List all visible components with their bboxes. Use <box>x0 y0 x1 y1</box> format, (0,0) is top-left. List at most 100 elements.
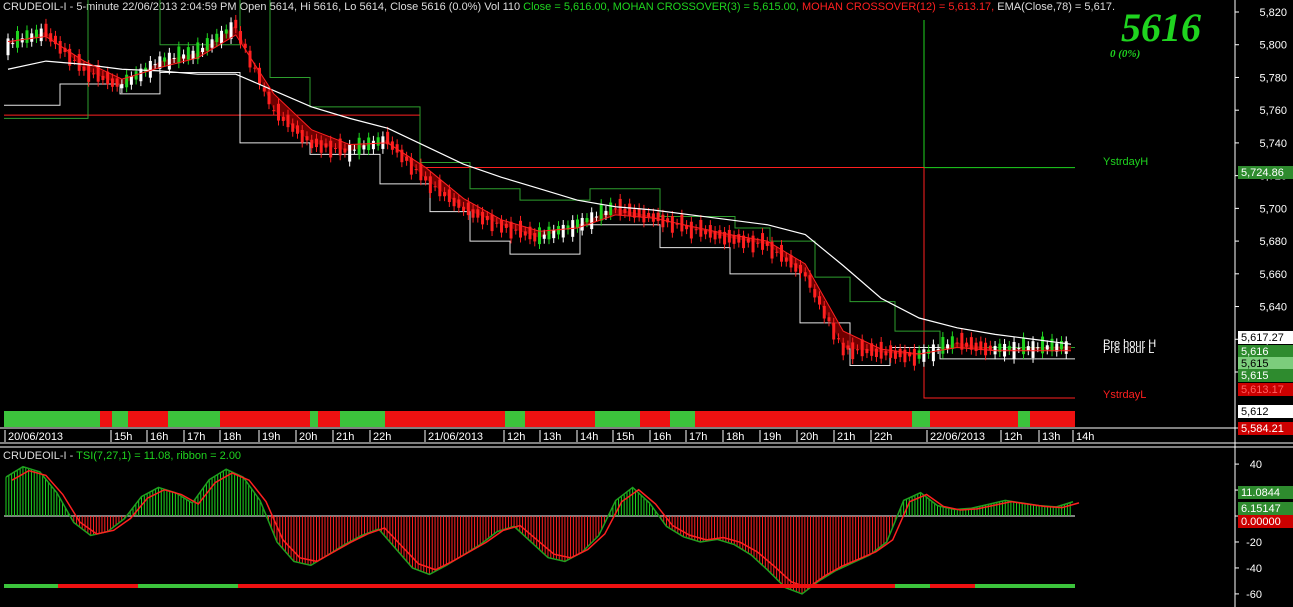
crossover-ribbon <box>8 25 1071 356</box>
time-axis-label: 12h <box>1004 431 1022 443</box>
time-axis-label: 20h <box>800 431 818 443</box>
candle-body <box>613 208 617 210</box>
time-axis-label: 13h <box>1042 431 1060 443</box>
candle-body <box>694 229 698 231</box>
candle-body <box>689 221 693 239</box>
price-tag-label: 5,612 <box>1241 406 1269 418</box>
candle-body <box>205 38 209 51</box>
ribbon-segment <box>128 411 168 427</box>
candle-body <box>713 230 717 240</box>
price-tag-label: 5,615 <box>1241 358 1269 370</box>
pre-hour-low-label: Pre hour L <box>1103 344 1155 356</box>
ribbon-segment <box>505 411 525 427</box>
candle-body <box>514 229 518 231</box>
time-axis-label: 19h <box>763 431 781 443</box>
candle-body <box>922 349 926 362</box>
tsi-ribbon-segment <box>138 584 238 588</box>
ystrday-high-line <box>923 20 1075 169</box>
candle-body <box>732 235 736 244</box>
time-axis-label: 18h <box>223 431 241 443</box>
candle-body <box>215 33 219 43</box>
candle-body <box>485 215 489 221</box>
tsi-tag-label: 6.15147 <box>1241 503 1281 515</box>
candle-body <box>352 149 356 151</box>
price-tag-label: 5,613.17 <box>1241 384 1284 396</box>
candle-body <box>106 71 110 85</box>
candle-body <box>832 322 836 340</box>
ribbon-segment <box>930 411 1018 427</box>
candle-body <box>253 67 257 69</box>
price-tick-label: 5,820 <box>1259 7 1287 19</box>
candle-body <box>803 272 807 277</box>
candle-body <box>661 214 665 228</box>
candle-body <box>500 220 504 233</box>
candle-body <box>101 75 105 81</box>
candle-body <box>609 202 613 216</box>
candle-body <box>172 58 176 60</box>
candle-body <box>153 64 157 66</box>
candle-body <box>457 199 461 208</box>
candle-body <box>419 163 423 181</box>
candle-body <box>438 179 442 197</box>
candle-body <box>708 225 712 238</box>
candle-body <box>874 348 878 357</box>
candle-body <box>865 348 869 354</box>
candle-body <box>357 137 361 155</box>
candle-body <box>466 202 470 216</box>
candle-body <box>329 140 333 158</box>
candle-body <box>276 103 280 121</box>
candle-body <box>72 59 76 61</box>
candle-body <box>362 145 366 150</box>
candle-body <box>291 123 295 132</box>
ribbon-segment <box>1018 411 1030 427</box>
tsi-ribbon-segment <box>4 584 58 588</box>
ribbon-segment <box>168 411 220 427</box>
candle-body <box>585 218 589 223</box>
candle-body <box>504 223 508 228</box>
candle-body <box>447 189 451 203</box>
candle-body <box>808 275 812 288</box>
candle-body <box>836 338 840 340</box>
candle-body <box>490 214 494 232</box>
prev-level-line <box>419 115 924 168</box>
tsi-tick-label: -60 <box>1246 589 1262 601</box>
ribbon-segment <box>695 411 912 427</box>
ribbon-segment <box>525 411 595 427</box>
candle-body <box>647 212 651 218</box>
candle-body <box>642 209 646 223</box>
candle-body <box>220 30 224 44</box>
candle-body <box>58 41 62 54</box>
candle-body <box>191 50 195 60</box>
ribbon-segment <box>100 411 112 427</box>
time-axis-label: 19h <box>262 431 280 443</box>
price-tick-label: 5,700 <box>1259 203 1287 215</box>
tsi-tag-label: 11.0844 <box>1241 487 1280 499</box>
candle-body <box>950 336 954 349</box>
candle-body <box>224 29 228 34</box>
candle-body <box>879 341 883 359</box>
price-tick-label: 5,660 <box>1259 269 1287 281</box>
candle-body <box>765 241 769 246</box>
candle-body <box>310 139 314 149</box>
candle-body <box>756 242 760 244</box>
candle-body <box>405 156 409 161</box>
candle-body <box>580 217 584 231</box>
candle-body <box>267 91 271 105</box>
candle-body <box>333 148 337 150</box>
candle-body <box>414 169 418 171</box>
candle-body <box>30 33 34 42</box>
ystrday-low-label: YstrdayL <box>1103 389 1147 401</box>
candle-body <box>348 144 352 162</box>
candle-body <box>110 78 114 87</box>
price-chart[interactable]: 5,8205,8005,7805,7605,7405,7205,7005,680… <box>0 0 1293 607</box>
time-axis-label: 17h <box>187 431 205 443</box>
candle-body <box>1026 346 1030 351</box>
candle-body <box>1007 345 1011 351</box>
candle-body <box>988 345 992 350</box>
price-tick-label: 5,800 <box>1259 40 1287 52</box>
candle-body <box>314 138 318 148</box>
candle-body <box>761 233 765 250</box>
candle-body <box>272 110 276 112</box>
candle-body <box>120 84 124 89</box>
candle-body <box>115 78 119 87</box>
